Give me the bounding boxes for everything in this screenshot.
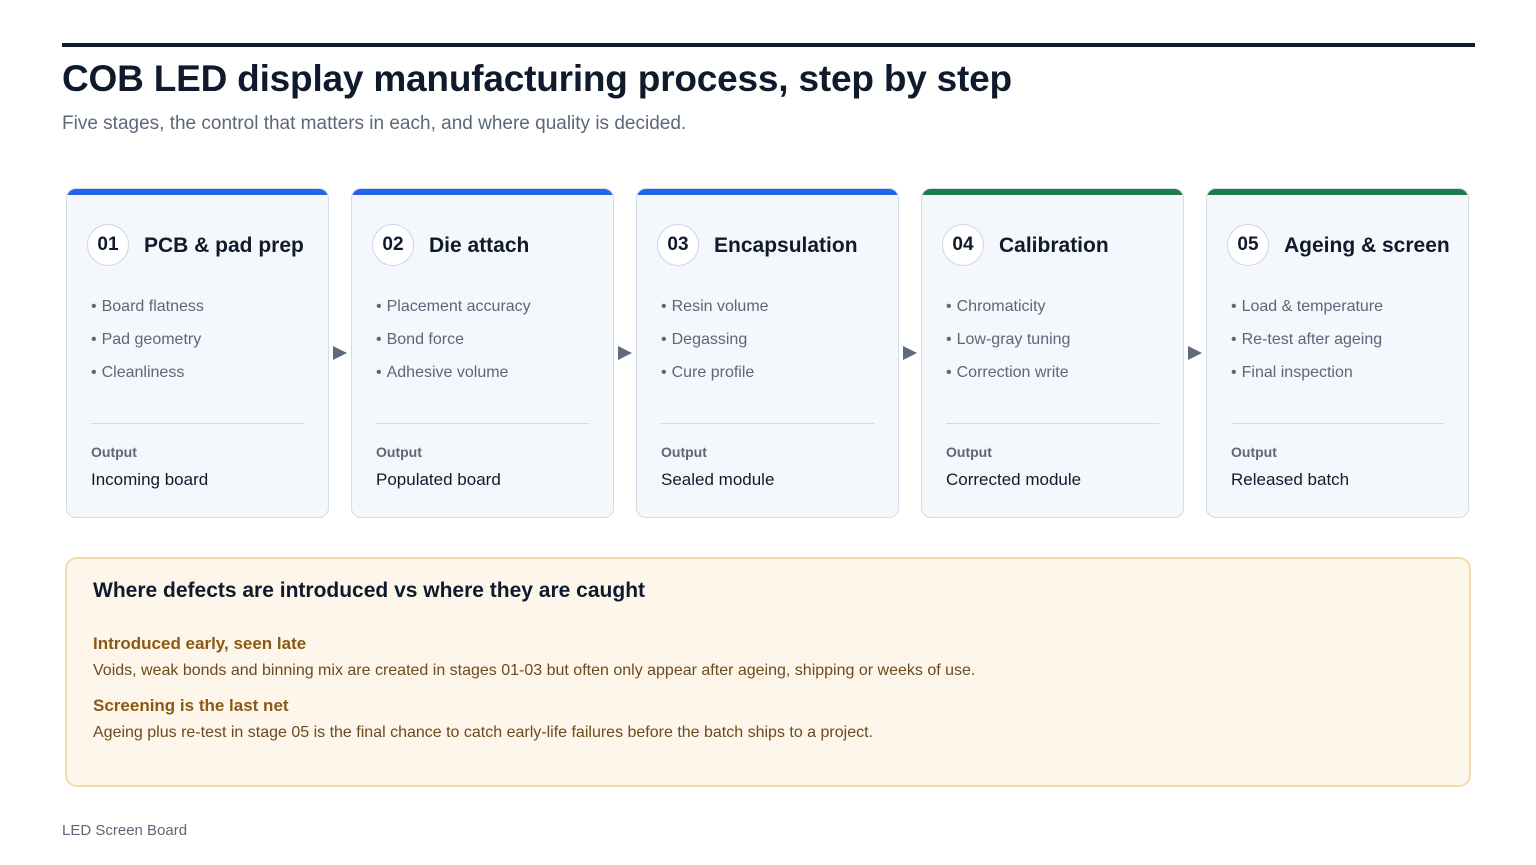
stage-control-item: Cleanliness bbox=[91, 356, 204, 389]
stage-control-item: Cure profile bbox=[661, 356, 769, 389]
stage-control-item: Resin volume bbox=[661, 290, 769, 323]
flow-arrow-icon bbox=[903, 346, 917, 360]
callout-point-text: Voids, weak bonds and binning mix are cr… bbox=[93, 662, 976, 679]
stage-name: Calibration bbox=[999, 234, 1109, 257]
stage-output-value: Incoming board bbox=[91, 470, 209, 489]
stage-number-badge: 05 bbox=[1227, 224, 1269, 266]
stage-output-value: Released batch bbox=[1231, 470, 1350, 489]
stage-output-value: Corrected module bbox=[946, 470, 1082, 489]
page-title: COB LED display manufacturing process, s… bbox=[62, 58, 1012, 99]
stage-control-item: Chromaticity bbox=[946, 290, 1070, 323]
stage-control-item: Final inspection bbox=[1231, 356, 1383, 389]
stage-output-value: Populated board bbox=[376, 470, 501, 489]
stage-accent-bar bbox=[67, 189, 328, 195]
flow-arrow-icon bbox=[1188, 346, 1202, 360]
stage-card-04: 04 Calibration Chromaticity Low-gray tun… bbox=[921, 188, 1184, 518]
stage-name: Ageing & screen bbox=[1284, 234, 1450, 257]
stage-controls-list: Load & temperature Re-test after ageing … bbox=[1231, 290, 1383, 389]
stage-output-label: Output bbox=[661, 444, 707, 460]
stage-number-badge: 03 bbox=[657, 224, 699, 266]
defects-callout: Where defects are introduced vs where th… bbox=[65, 557, 1471, 787]
stage-output-label: Output bbox=[946, 444, 992, 460]
stage-control-item: Re-test after ageing bbox=[1231, 323, 1383, 356]
stage-divider bbox=[946, 423, 1159, 424]
stage-control-item: Board flatness bbox=[91, 290, 204, 323]
stage-number-badge: 02 bbox=[372, 224, 414, 266]
stage-control-item: Low-gray tuning bbox=[946, 323, 1071, 356]
stage-card-01: 01 PCB & pad prep Board flatness Pad geo… bbox=[66, 188, 329, 518]
stage-control-item: Load & temperature bbox=[1231, 290, 1383, 323]
footer-source: LED Screen Board bbox=[62, 822, 188, 839]
flow-arrow-icon bbox=[618, 346, 632, 360]
stage-control-item: Bond force bbox=[376, 323, 531, 356]
stage-control-item: Placement accuracy bbox=[376, 290, 531, 323]
stage-card-03: 03 Encapsulation Resin volume Degassing … bbox=[636, 188, 899, 518]
stage-name: Encapsulation bbox=[714, 234, 858, 257]
callout-point-title: Screening is the last net bbox=[93, 696, 289, 715]
stage-output-label: Output bbox=[91, 444, 137, 460]
stage-name: Die attach bbox=[429, 234, 530, 257]
stage-accent-bar bbox=[637, 189, 898, 195]
stage-divider bbox=[661, 423, 874, 424]
callout-point-title: Introduced early, seen late bbox=[93, 634, 307, 653]
stage-output-label: Output bbox=[376, 444, 422, 460]
stage-output-value: Sealed module bbox=[661, 470, 775, 489]
stage-divider bbox=[376, 423, 589, 424]
stage-control-item: Correction write bbox=[946, 356, 1070, 389]
stage-number-badge: 01 bbox=[87, 224, 129, 266]
stage-card-02: 02 Die attach Placement accuracy Bond fo… bbox=[351, 188, 614, 518]
callout-point-text: Ageing plus re-test in stage 05 is the f… bbox=[93, 724, 873, 741]
stage-controls-list: Board flatness Pad geometry Cleanliness bbox=[91, 290, 204, 389]
stage-control-item: Pad geometry bbox=[91, 323, 204, 356]
stage-control-item: Adhesive volume bbox=[376, 356, 531, 389]
flow-arrow-icon bbox=[333, 346, 347, 360]
stage-name: PCB & pad prep bbox=[144, 234, 304, 257]
stage-accent-bar bbox=[352, 189, 613, 195]
page-subtitle: Five stages, the control that matters in… bbox=[62, 113, 687, 134]
stage-card-05: 05 Ageing & screen Load & temperature Re… bbox=[1206, 188, 1469, 518]
stage-controls-list: Chromaticity Low-gray tuning Correction … bbox=[946, 290, 1071, 389]
stage-number-badge: 04 bbox=[942, 224, 984, 266]
stage-control-item: Degassing bbox=[661, 323, 769, 356]
stage-accent-bar bbox=[922, 189, 1183, 195]
stage-controls-list: Resin volume Degassing Cure profile bbox=[661, 290, 769, 389]
top-rule bbox=[62, 43, 1475, 47]
stage-controls-list: Placement accuracy Bond force Adhesive v… bbox=[376, 290, 531, 389]
stage-divider bbox=[1231, 423, 1444, 424]
callout-title: Where defects are introduced vs where th… bbox=[93, 579, 646, 602]
stage-output-label: Output bbox=[1231, 444, 1277, 460]
stage-divider bbox=[91, 423, 304, 424]
stage-accent-bar bbox=[1207, 189, 1468, 195]
